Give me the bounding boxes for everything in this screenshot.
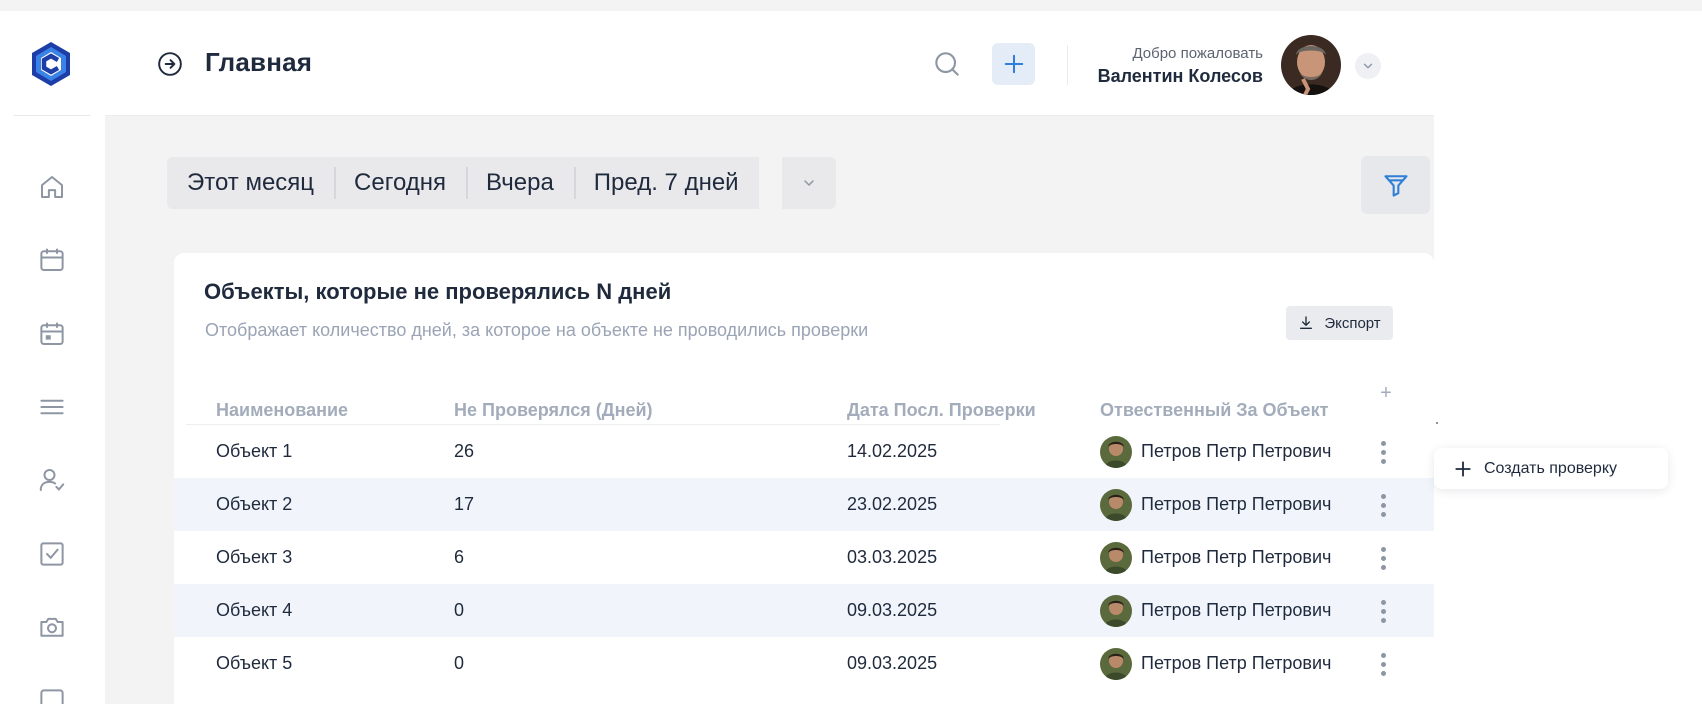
cell-name: Объект 1: [216, 441, 293, 461]
card-subtitle: Отображает количество дней, за которое н…: [205, 320, 869, 340]
cell-name: Объект 3: [216, 547, 293, 567]
period-tab-today[interactable]: Сегодня: [334, 157, 466, 209]
calendar-icon: [40, 248, 64, 271]
filter-button[interactable]: [1361, 156, 1430, 214]
cell-date: 09.03.2025: [847, 653, 938, 673]
home-icon: [41, 176, 63, 198]
period-tab-yesterday[interactable]: Вчера: [466, 157, 574, 209]
camera-icon: [40, 617, 64, 637]
row-actions-button[interactable]: [1374, 545, 1392, 571]
user-avatar[interactable]: [1281, 35, 1341, 95]
create-inspection-menu-item[interactable]: Создать проверку: [1434, 448, 1668, 489]
top-strip: [0, 0, 1702, 11]
user-menu-button[interactable]: [1355, 53, 1381, 79]
table-row[interactable]: Объект 5 0 09.03.2025 Петров Петр Петров…: [174, 637, 1434, 690]
sidebar-item-tasks[interactable]: [32, 534, 72, 574]
download-icon: [1300, 316, 1313, 329]
table-row[interactable]: Объект 4 0 09.03.2025 Петров Петр Петров…: [174, 584, 1434, 637]
objects-card: Объекты, которые не проверялись N дней О…: [174, 253, 1434, 704]
cell-responsible: Петров Петр Петрович: [1100, 425, 1331, 478]
period-selector: Этот месяц Сегодня Вчера Пред. 7 дней: [167, 157, 759, 209]
sidebar: [0, 11, 105, 704]
responsible-name: Петров Петр Петрович: [1141, 600, 1332, 620]
responsible-avatar: [1100, 647, 1132, 680]
responsible-name: Петров Петр Петрович: [1141, 653, 1332, 673]
period-more-button[interactable]: [782, 157, 836, 209]
cell-name: Объект 2: [216, 494, 293, 514]
cell-name: Объект 4: [216, 600, 293, 620]
row-actions-button[interactable]: [1374, 598, 1392, 624]
sidebar-item-calendar[interactable]: [32, 240, 72, 280]
top-header: Главная Добро пожаловать Валентин Колесо…: [105, 11, 1434, 116]
page-title: Главная: [205, 47, 313, 77]
header-divider: [1067, 45, 1068, 85]
popup-anchor-dot: [1436, 422, 1438, 424]
responsible-name: Петров Петр Петрович: [1141, 494, 1332, 514]
cell-date: 09.03.2025: [847, 600, 938, 620]
create-inspection-label: Создать проверку: [1484, 459, 1618, 477]
responsible-avatar: [1100, 435, 1132, 468]
period-tab-this-month[interactable]: Этот месяц: [167, 157, 334, 209]
sidebar-item-more[interactable]: [32, 681, 72, 704]
card-title: Объекты, которые не проверялись N дней: [204, 279, 672, 304]
cell-date: 03.03.2025: [847, 547, 938, 567]
cell-responsible: Петров Петр Петрович: [1100, 584, 1331, 637]
responsible-name: Петров Петр Петрович: [1141, 441, 1332, 461]
sidebar-item-list[interactable]: [32, 387, 72, 427]
chevron-down-icon: [804, 180, 814, 186]
cell-responsible: Петров Петр Петрович: [1100, 637, 1331, 690]
welcome-label: Добро пожаловать: [1132, 45, 1263, 62]
cell-date: 14.02.2025: [847, 441, 938, 461]
square-icon: [40, 689, 64, 704]
add-button[interactable]: [992, 43, 1035, 85]
search-button[interactable]: [931, 48, 963, 80]
cell-responsible: Петров Петр Петрович: [1100, 531, 1331, 584]
app-logo[interactable]: [30, 41, 72, 87]
cell-name: Объект 5: [216, 653, 293, 673]
search-icon: [935, 52, 959, 76]
checkbox-icon: [40, 542, 64, 566]
export-label: Экспорт: [1324, 314, 1381, 332]
chevron-down-icon: [1363, 63, 1373, 69]
plus-icon: [1004, 54, 1023, 74]
row-actions-button[interactable]: [1374, 439, 1392, 465]
export-button[interactable]: Экспорт: [1286, 306, 1393, 340]
sidebar-item-users[interactable]: [32, 460, 72, 500]
cell-days: 0: [454, 600, 465, 620]
cell-days: 17: [454, 494, 475, 514]
menu-lines-icon: [40, 399, 64, 415]
table-row[interactable]: Объект 2 17 23.02.2025 Петров Петр Петро…: [174, 478, 1434, 531]
responsible-avatar: [1100, 541, 1132, 574]
responsible-avatar: [1100, 594, 1132, 627]
add-column-button[interactable]: +: [1374, 381, 1398, 405]
welcome-block: Добро пожаловать Валентин Колесов: [1098, 45, 1263, 87]
sidebar-item-events[interactable]: [32, 314, 72, 354]
funnel-icon: [1383, 175, 1408, 197]
cell-days: 0: [454, 653, 465, 673]
circle-arrow-right-icon[interactable]: [157, 51, 183, 77]
calendar-event-icon: [40, 322, 64, 345]
responsible-avatar: [1100, 488, 1132, 521]
cell-days: 6: [454, 547, 465, 567]
period-tab-last-7-days[interactable]: Пред. 7 дней: [573, 157, 759, 209]
sidebar-item-home[interactable]: [32, 167, 72, 207]
row-actions-button[interactable]: [1374, 651, 1392, 677]
user-check-icon: [39, 469, 65, 491]
row-actions-button[interactable]: [1374, 492, 1392, 518]
plus-icon: [1455, 460, 1471, 477]
sidebar-item-camera[interactable]: [32, 607, 72, 647]
table-row[interactable]: Объект 1 26 14.02.2025 Петров Петр Петро…: [174, 425, 1434, 478]
responsible-name: Петров Петр Петрович: [1141, 547, 1332, 567]
user-name: Валентин Колесов: [1097, 66, 1263, 86]
cell-date: 23.02.2025: [847, 494, 938, 514]
cell-responsible: Петров Петр Петрович: [1100, 478, 1331, 531]
cell-days: 26: [454, 441, 475, 461]
table-row[interactable]: Объект 3 6 03.03.2025 Петров Петр Петров…: [174, 531, 1434, 584]
sidebar-divider: [14, 115, 90, 116]
